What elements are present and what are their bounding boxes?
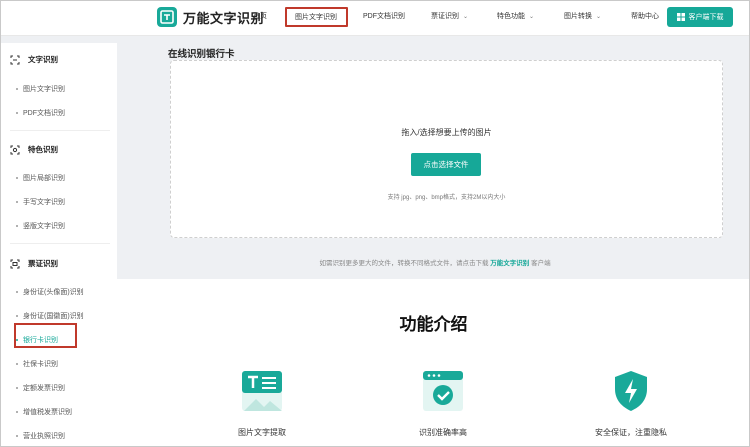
bullet-dot <box>16 363 18 365</box>
nav-pdf-ocr[interactable]: PDF文档识别 <box>363 11 405 21</box>
nav-image-convert[interactable]: 图片转换 ⌄ <box>564 11 601 21</box>
bullet-dot <box>16 225 18 227</box>
sidebar-item-vertical-ocr[interactable]: 竖版文字识别 <box>16 221 65 231</box>
image-text-icon <box>238 367 286 415</box>
feature-image-text: 图片文字提取 <box>207 367 317 438</box>
nav-features[interactable]: 特色功能 ⌄ <box>497 11 534 21</box>
client-download-button[interactable]: 客户端下载 <box>667 7 733 27</box>
sidebar-item-id-back[interactable]: 身份证(国徽面)识别 <box>16 311 84 321</box>
feature-label: 图片文字提取 <box>238 428 286 437</box>
scan-text-icon <box>10 55 20 64</box>
sidebar-item-vat-invoice[interactable]: 增值税发票识别 <box>16 407 72 417</box>
feature-security: 安全保证，注重隐私 <box>576 367 686 438</box>
upload-hint: 拖入/选择想要上传的图片 <box>401 128 492 137</box>
client-download-note: 如需识别更多更大的文件，转换不同格式文件，请点击下载 万能文字识别 客户端 <box>0 257 750 267</box>
nav-pdf-ocr-label: PDF文档识别 <box>363 13 405 20</box>
chevron-down-icon: ⌄ <box>529 14 535 20</box>
active-item-highlight <box>14 323 77 348</box>
choose-file-label: 点击选择文件 <box>423 160 469 169</box>
check-screen-icon <box>419 367 467 415</box>
sidebar-divider <box>10 243 110 244</box>
chevron-down-icon: ⌄ <box>596 14 602 20</box>
bullet-dot <box>16 112 18 114</box>
nav-help[interactable]: 帮助中心 <box>631 11 659 21</box>
nav-image-ocr-label: 图片文字识别 <box>295 14 337 21</box>
sidebar-item-local-ocr[interactable]: 图片局部识别 <box>16 173 65 183</box>
sidebar-item-label: 营业执照识别 <box>23 433 65 440</box>
nav-home[interactable]: 首页 <box>253 11 267 21</box>
sidebar-item-pdf-ocr[interactable]: PDF文档识别 <box>16 108 65 118</box>
sidebar-item-quota-invoice[interactable]: 定额发票识别 <box>16 383 65 393</box>
sidebar-item-label: 图片局部识别 <box>23 175 65 182</box>
sidebar-item-label: 竖版文字识别 <box>23 223 65 230</box>
top-header: 万能文字识别 首页 图片文字识别 PDF文档识别 票证识别 ⌄ 特色功能 ⌄ 图片转… <box>0 0 750 36</box>
sidebar-item-handwriting-ocr[interactable]: 手写文字识别 <box>16 197 65 207</box>
client-download-link[interactable]: 万能文字识别 <box>490 260 529 267</box>
client-download-label: 客户端下载 <box>688 14 724 21</box>
sidebar-item-label: 身份证(国徽面)识别 <box>23 313 84 320</box>
sidebar-section-text-ocr: 文字识别 <box>10 54 58 65</box>
sidebar: 文字识别 图片文字识别 PDF文档识别 特色识别 图片局部识别 手写文字识别 竖… <box>0 43 117 447</box>
sidebar-item-label: 身份证(头像面)识别 <box>23 289 84 296</box>
page-title: 在线识别银行卡 <box>168 49 235 60</box>
feature-title: 功能介绍 <box>399 315 468 334</box>
choose-file-button[interactable]: 点击选择文件 <box>411 153 481 176</box>
bullet-dot <box>16 201 18 203</box>
bullet-dot <box>16 411 18 413</box>
sidebar-item-id-front[interactable]: 身份证(头像面)识别 <box>16 287 84 297</box>
feature-accuracy: 识别准确率高 <box>388 367 498 438</box>
sidebar-item-label: 增值税发票识别 <box>23 409 72 416</box>
feature-label: 安全保证，注重隐私 <box>595 428 667 437</box>
client-note-suffix: 客户端 <box>531 260 551 267</box>
bullet-dot <box>16 387 18 389</box>
nav-features-label: 特色功能 <box>497 13 525 20</box>
app-logo[interactable]: 万能文字识别 <box>157 7 264 27</box>
sidebar-section-title: 文字识别 <box>28 55 58 64</box>
sidebar-item-label: 手写文字识别 <box>23 199 65 206</box>
feature-label: 识别准确率高 <box>419 428 467 437</box>
sidebar-divider <box>10 130 110 131</box>
upload-formats: 支持 jpg、png、bmp格式，支持2M以内大小 <box>387 195 506 201</box>
feature-section: 功能介绍 图片文字提取 识别准确率高 安全保证，注重隐私 <box>117 279 750 447</box>
nav-image-ocr[interactable]: 图片文字识别 <box>285 7 348 27</box>
logo-icon <box>157 7 177 27</box>
nav-ticket-ocr[interactable]: 票证识别 ⌄ <box>431 11 468 21</box>
bullet-dot <box>16 435 18 437</box>
bullet-dot <box>16 315 18 317</box>
sidebar-item-business-license[interactable]: 营业执照识别 <box>16 431 65 441</box>
sidebar-section-title: 特色识别 <box>28 145 58 154</box>
sidebar-section-special-ocr: 特色识别 <box>10 144 58 155</box>
upload-dropzone[interactable]: 拖入/选择想要上传的图片 点击选择文件 支持 jpg、png、bmp格式，支持2… <box>170 60 723 238</box>
client-note-prefix: 如需识别更多更大的文件，转换不同格式文件，请点击下载 <box>319 260 489 267</box>
chevron-down-icon: ⌄ <box>463 14 469 20</box>
sidebar-item-label: 定额发票识别 <box>23 385 65 392</box>
nav-image-convert-label: 图片转换 <box>564 13 592 20</box>
nav-help-label: 帮助中心 <box>631 13 659 20</box>
nav-home-label: 首页 <box>253 13 267 20</box>
sidebar-item-image-ocr[interactable]: 图片文字识别 <box>16 84 65 94</box>
bullet-dot <box>16 177 18 179</box>
bullet-dot <box>16 291 18 293</box>
shield-bolt-icon <box>607 367 655 415</box>
scan-special-icon <box>10 145 20 154</box>
sidebar-item-label: 社保卡识别 <box>23 361 58 368</box>
sidebar-item-social-card[interactable]: 社保卡识别 <box>16 359 58 369</box>
bullet-dot <box>16 88 18 90</box>
sidebar-item-label: PDF文档识别 <box>23 110 65 117</box>
windows-icon <box>676 13 685 21</box>
nav-ticket-ocr-label: 票证识别 <box>431 13 459 20</box>
app-title: 万能文字识别 <box>183 10 265 26</box>
sidebar-item-label: 图片文字识别 <box>23 86 65 93</box>
